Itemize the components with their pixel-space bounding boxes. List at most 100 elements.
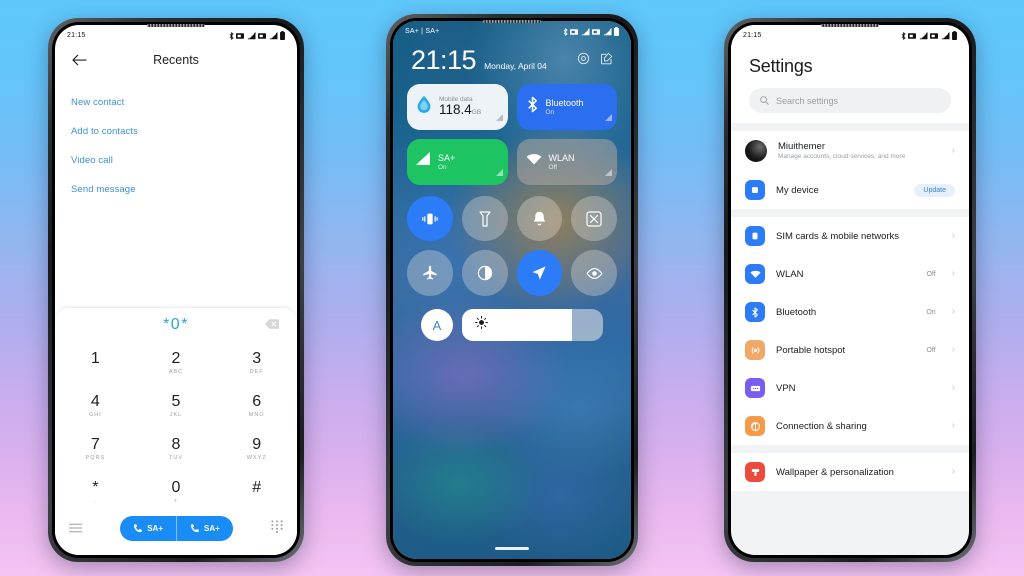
expand-corner-icon[interactable] <box>605 163 612 181</box>
page-title: Settings <box>749 56 813 76</box>
dialpad-key-star[interactable]: *, <box>55 471 136 514</box>
dialpad-key-7[interactable]: 7 PQRS <box>55 428 136 471</box>
status-bar: 21:15 <box>731 25 969 42</box>
keypad-icon[interactable] <box>271 519 283 538</box>
settings-row-bluetooth[interactable]: Bluetooth On › <box>731 293 969 331</box>
toggle-ringtone[interactable] <box>516 195 563 242</box>
tile-label: Bluetooth <box>545 97 584 108</box>
toggle-location[interactable] <box>516 250 563 297</box>
dialpad-key-2[interactable]: 2 ABC <box>136 342 217 385</box>
dialpad-key-4[interactable]: 4 GHI <box>55 385 136 428</box>
dialpad-key-6[interactable]: 6 MNO <box>216 385 297 428</box>
battery-icon <box>280 31 285 40</box>
action-add-to-contacts[interactable]: Add to contacts <box>71 117 281 146</box>
tile-bluetooth[interactable]: Bluetooth On <box>516 83 617 130</box>
call-button-sim1[interactable]: SA+ <box>120 516 176 541</box>
row-label: SIM cards & mobile networks <box>776 230 900 242</box>
auto-brightness-label: A <box>432 317 442 333</box>
tile-mobile-data[interactable]: Mobile data 118.4GB <box>407 83 508 130</box>
edit-icon[interactable] <box>600 52 613 70</box>
screenshot-stage: 21:15 Recents New contact Add to contact… <box>0 0 1024 576</box>
tile-label: SA+ <box>438 152 456 163</box>
dialpad-key-8[interactable]: 8 TUV <box>136 428 217 471</box>
settings-row-connection-sharing[interactable]: Connection & sharing › <box>731 407 969 445</box>
vpn-icon <box>745 378 765 398</box>
tile-state: Off <box>548 163 558 171</box>
brush-icon <box>745 462 765 482</box>
toggle-reading-mode[interactable] <box>571 250 617 297</box>
clock-row: 21:15 Monday, April 04 <box>393 38 631 78</box>
status-bar-time: 21:15 <box>67 32 86 39</box>
signal-icon <box>581 27 589 35</box>
screenshot-icon <box>586 210 602 227</box>
backspace-icon[interactable] <box>265 316 279 334</box>
toggle-screenshot[interactable] <box>571 195 617 242</box>
settings-row-portable-hotspot[interactable]: Portable hotspot Off › <box>731 331 969 369</box>
action-video-call[interactable]: Video call <box>71 146 281 175</box>
status-bar-carrier: SA+ | SA+ <box>405 28 440 35</box>
toggle-airplane-mode[interactable] <box>407 250 453 297</box>
dialpad-panel: *0* 1 2 ABC 3 DEF 4 GHI 5 JKL 6 MNO 7 PQ… <box>55 307 297 555</box>
key-digit: 6 <box>252 393 262 410</box>
dialpad-key-5[interactable]: 5 JKL <box>136 385 217 428</box>
toggle-dark-mode[interactable] <box>461 250 508 297</box>
tile-mobile-network[interactable]: SA+ On <box>407 138 508 185</box>
dialpad-key-3[interactable]: 3 DEF <box>216 342 297 385</box>
hamburger-menu-icon[interactable] <box>69 520 82 538</box>
settings-row-wlan[interactable]: WLAN Off › <box>731 255 969 293</box>
expand-corner-icon[interactable] <box>495 163 503 181</box>
search-placeholder: Search settings <box>776 95 839 106</box>
clock-time: 21:15 <box>411 45 477 75</box>
dialed-number-row: *0* <box>55 308 297 342</box>
contrast-icon <box>477 266 492 281</box>
call-button-sim2[interactable]: SA+ <box>176 516 233 541</box>
row-label: Portable hotspot <box>776 344 846 356</box>
dialpad-key-9[interactable]: 9 WXYZ <box>216 428 297 471</box>
update-badge[interactable]: Update <box>914 183 955 197</box>
key-digit: 7 <box>90 436 100 453</box>
quick-settings: Mobile data 118.4GB Bluetooth On SA+ On … <box>393 78 631 342</box>
status-bar: 21:15 <box>55 25 297 42</box>
status-bar-icons <box>563 27 620 36</box>
dialpad-key-hash[interactable]: # <box>216 471 297 514</box>
call-button-label: SA+ <box>147 524 163 533</box>
key-digit: * <box>92 479 99 496</box>
expand-corner-icon[interactable] <box>605 108 612 126</box>
action-send-message[interactable]: Send message <box>71 175 281 204</box>
sim-icon <box>592 28 600 35</box>
tile-wlan[interactable]: WLAN Off <box>516 138 617 185</box>
network-card: SIM cards & mobile networks › WLAN Off › <box>731 217 969 445</box>
sun-icon <box>475 316 488 334</box>
chevron-right-icon: › <box>951 268 955 279</box>
wifi-icon <box>526 153 542 171</box>
dialpad-key-1[interactable]: 1 <box>55 342 136 385</box>
wifi-icon <box>745 264 765 284</box>
settings-row-account[interactable]: Miuithemer Manage accounts, cloud servic… <box>731 131 969 171</box>
settings-row-wallpaper[interactable]: Wallpaper & personalization › <box>731 453 969 491</box>
toggle-flashlight[interactable] <box>461 195 508 242</box>
signal-icon <box>603 27 611 35</box>
brightness-slider[interactable] <box>462 309 603 342</box>
bluetooth-icon <box>229 31 234 40</box>
sharing-icon <box>745 416 765 436</box>
settings-row-my-device[interactable]: My device Update <box>731 171 969 209</box>
dialpad-key-0[interactable]: 0 + <box>136 471 217 514</box>
phone-icon <box>190 524 199 533</box>
status-bar-icons <box>901 31 958 40</box>
key-digit: 3 <box>252 350 262 367</box>
bell-icon <box>533 211 546 225</box>
auto-brightness-button[interactable]: A <box>421 309 453 342</box>
sim-icon <box>930 32 938 39</box>
search-input[interactable]: Search settings <box>749 88 951 113</box>
action-new-contact[interactable]: New contact <box>71 88 281 117</box>
sim-icon <box>745 226 765 246</box>
toggle-vibrate[interactable] <box>407 195 453 242</box>
expand-corner-icon[interactable] <box>495 108 503 126</box>
key-letters: WXYZ <box>246 455 267 461</box>
row-label: My device <box>776 184 819 196</box>
toggle-grid <box>407 195 617 297</box>
settings-row-vpn[interactable]: VPN › <box>731 369 969 407</box>
home-indicator[interactable] <box>495 547 529 550</box>
settings-row-sim-cards[interactable]: SIM cards & mobile networks › <box>731 217 969 255</box>
gear-icon[interactable] <box>577 52 590 70</box>
